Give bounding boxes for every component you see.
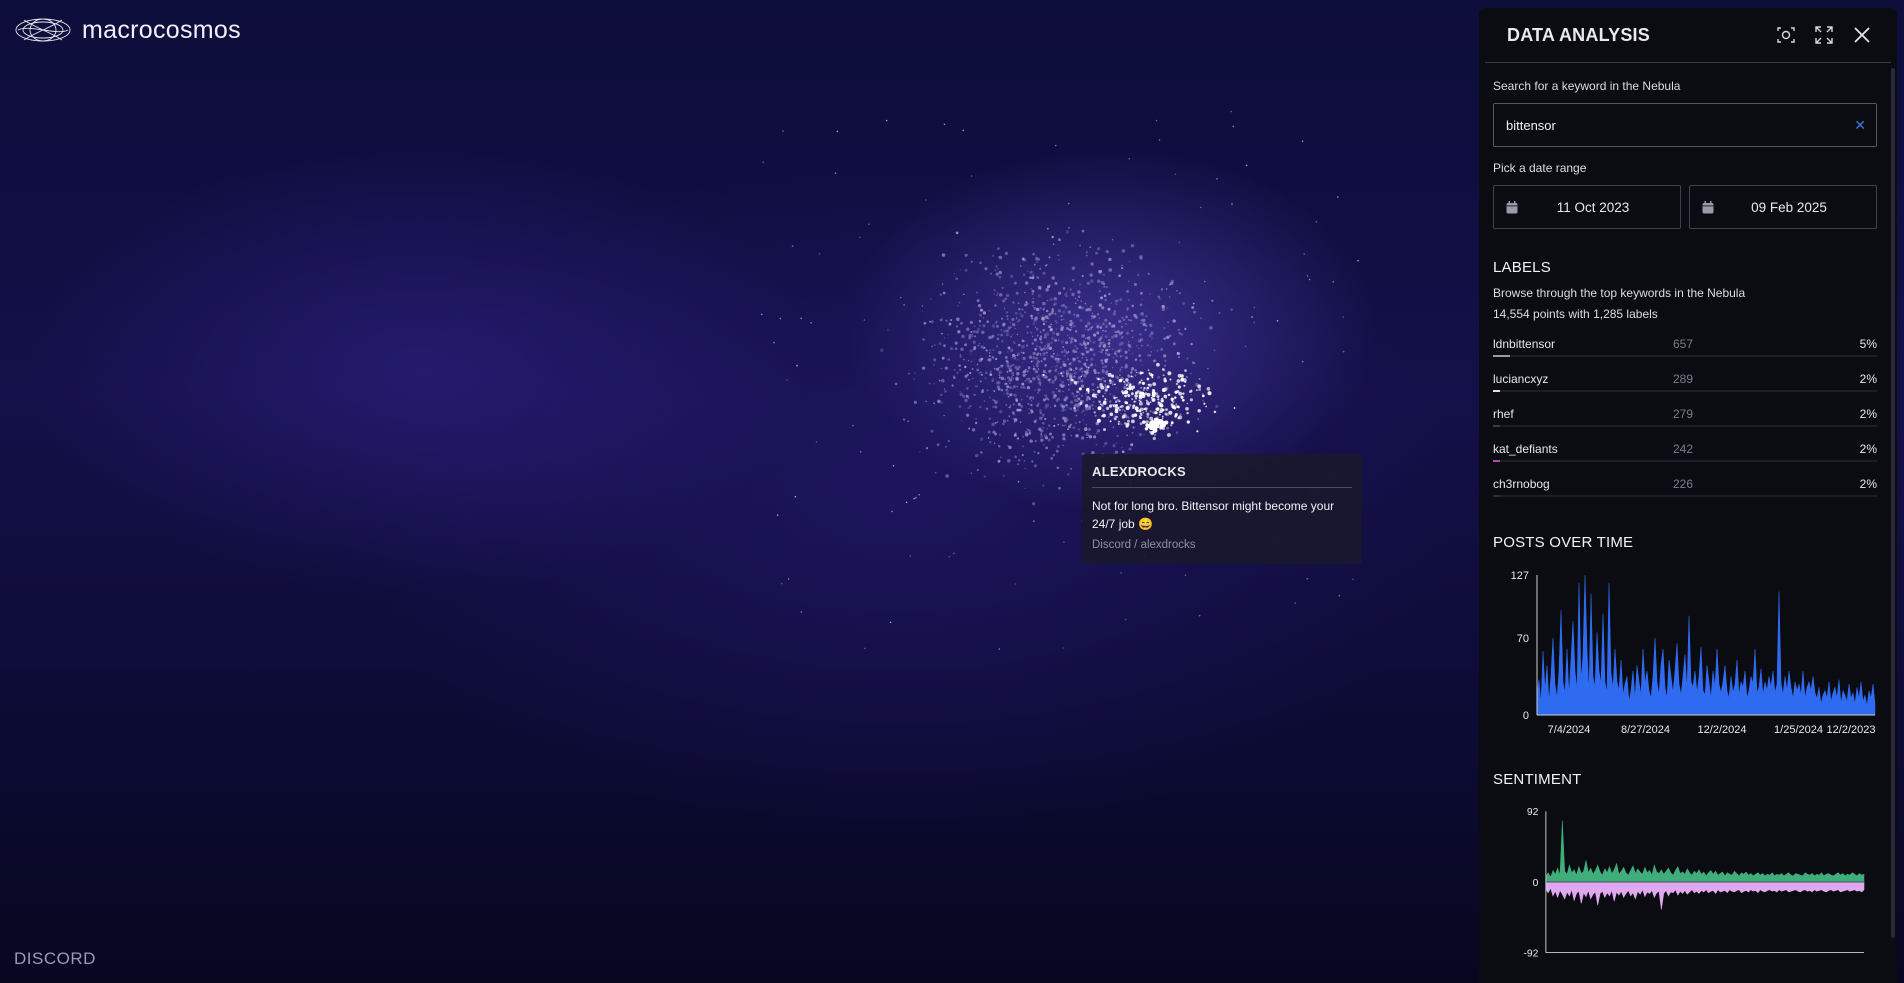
label-percent: 2% xyxy=(1859,372,1877,386)
focus-icon xyxy=(1777,27,1795,43)
data-analysis-panel: DATA ANALYSIS Search for a keyword in th… xyxy=(1479,8,1897,983)
label-row[interactable]: rhef 279 2% xyxy=(1493,407,1877,442)
panel-title: DATA ANALYSIS xyxy=(1507,24,1650,45)
calendar-icon xyxy=(1702,200,1714,213)
tooltip-source: Discord / alexdrocks xyxy=(1092,539,1196,551)
label-share-fill xyxy=(1493,355,1511,357)
screenshot-button[interactable] xyxy=(1775,24,1797,46)
brand-name: macrocosmos xyxy=(82,15,241,44)
label-share-bar xyxy=(1493,495,1877,497)
label-count: 657 xyxy=(1673,337,1694,351)
search-label: Search for a keyword in the Nebula xyxy=(1493,79,1681,93)
brand-logo[interactable]: macrocosmos xyxy=(14,14,241,46)
search-field[interactable]: ✕ xyxy=(1493,103,1877,147)
dataset-label: DISCORD xyxy=(14,949,96,968)
label-name: luciancxyz xyxy=(1493,372,1549,386)
sentiment-negative-area xyxy=(1545,881,1865,910)
posts-y-tick-label: 70 xyxy=(1517,633,1529,645)
label-share-fill xyxy=(1493,425,1500,427)
label-row[interactable]: kat_defiants 242 2% xyxy=(1493,442,1877,477)
point-tooltip: ALEXDROCKS Not for long bro. Bittensor m… xyxy=(1082,454,1362,564)
label-percent: 5% xyxy=(1859,337,1877,351)
date-to-button[interactable]: 09 Feb 2025 xyxy=(1689,185,1877,229)
panel-header: DATA ANALYSIS xyxy=(1485,8,1891,63)
label-row[interactable]: ldnbittensor 657 5% xyxy=(1493,337,1877,372)
label-share-bar xyxy=(1493,355,1877,357)
sentiment-y-tick-label: 92 xyxy=(1527,807,1539,818)
calendar-icon xyxy=(1506,200,1518,213)
close-button[interactable] xyxy=(1851,24,1873,46)
tooltip-message: Not for long bro. Bittensor might become… xyxy=(1092,499,1335,531)
date-to-value: 09 Feb 2025 xyxy=(1751,199,1827,215)
panel-scrollbar[interactable] xyxy=(1891,68,1895,938)
close-icon xyxy=(1854,27,1870,43)
sentiment-positive-area xyxy=(1545,820,1865,883)
nebula-point-cloud[interactable] xyxy=(760,110,1360,650)
expand-icon xyxy=(1815,26,1833,44)
labels-subtitle: Browse through the top keywords in the N… xyxy=(1493,286,1746,300)
clear-search-icon[interactable]: ✕ xyxy=(1854,117,1866,134)
posts-x-tick-label: 12/2/2023 xyxy=(1827,724,1876,735)
label-share-bar xyxy=(1493,460,1877,462)
label-share-fill xyxy=(1493,495,1500,497)
macrocosmos-logo-icon xyxy=(15,18,71,42)
sentiment-chart: 92 0 -92 xyxy=(1523,807,1865,959)
date-from-value: 11 Oct 2023 xyxy=(1556,199,1630,215)
sentiment-y-tick-label: -92 xyxy=(1523,948,1538,959)
label-count: 289 xyxy=(1673,372,1694,386)
labels-list: ldnbittensor 657 5% luciancxyz 289 2% rhef 279 2… xyxy=(1493,337,1877,512)
expand-button[interactable] xyxy=(1813,24,1835,46)
posts-over-time-chart: 127 70 0 7/4/2024 8/27/2024 12/2/2024 1/25/202… xyxy=(1511,570,1876,735)
posts-over-time-heading: POSTS OVER TIME xyxy=(1493,534,1634,551)
label-row[interactable]: ch3rnobog 226 2% xyxy=(1493,477,1877,512)
label-count: 279 xyxy=(1673,407,1694,421)
label-share-bar xyxy=(1493,425,1877,427)
tooltip-author: ALEXDROCKS xyxy=(1092,464,1352,488)
label-name: rhef xyxy=(1493,407,1514,421)
label-count: 226 xyxy=(1673,477,1694,491)
label-share-fill xyxy=(1493,460,1500,462)
posts-x-tick-label: 8/27/2024 xyxy=(1621,724,1670,735)
label-percent: 2% xyxy=(1859,477,1877,491)
posts-y-tick-label: 127 xyxy=(1511,570,1529,582)
sentiment-heading: SENTIMENT xyxy=(1493,771,1582,788)
posts-series-area xyxy=(1536,574,1876,716)
date-range-label: Pick a date range xyxy=(1493,161,1587,175)
label-percent: 2% xyxy=(1859,407,1877,421)
label-share-fill xyxy=(1493,390,1500,392)
label-name: kat_defiants xyxy=(1493,442,1558,456)
posts-x-tick-label: 1/25/2024 xyxy=(1774,724,1823,735)
date-range-picker: 11 Oct 2023 09 Feb 2025 xyxy=(1493,185,1877,229)
nebula-points xyxy=(760,110,1359,650)
search-input[interactable] xyxy=(1504,116,1855,134)
posts-x-tick-label: 12/2/2024 xyxy=(1698,724,1747,735)
label-percent: 2% xyxy=(1859,442,1877,456)
sentiment-y-tick-label: 0 xyxy=(1533,878,1539,889)
labels-summary: 14,554 points with 1,285 labels xyxy=(1493,307,1658,321)
posts-y-tick-label: 0 xyxy=(1523,710,1529,722)
date-from-button[interactable]: 11 Oct 2023 xyxy=(1493,185,1681,229)
label-count: 242 xyxy=(1673,442,1694,456)
label-share-bar xyxy=(1493,390,1877,392)
label-name: ldnbittensor xyxy=(1493,337,1556,351)
label-row[interactable]: luciancxyz 289 2% xyxy=(1493,372,1877,407)
posts-x-tick-label: 7/4/2024 xyxy=(1548,724,1591,735)
labels-heading: LABELS xyxy=(1493,259,1551,276)
label-name: ch3rnobog xyxy=(1493,477,1550,491)
